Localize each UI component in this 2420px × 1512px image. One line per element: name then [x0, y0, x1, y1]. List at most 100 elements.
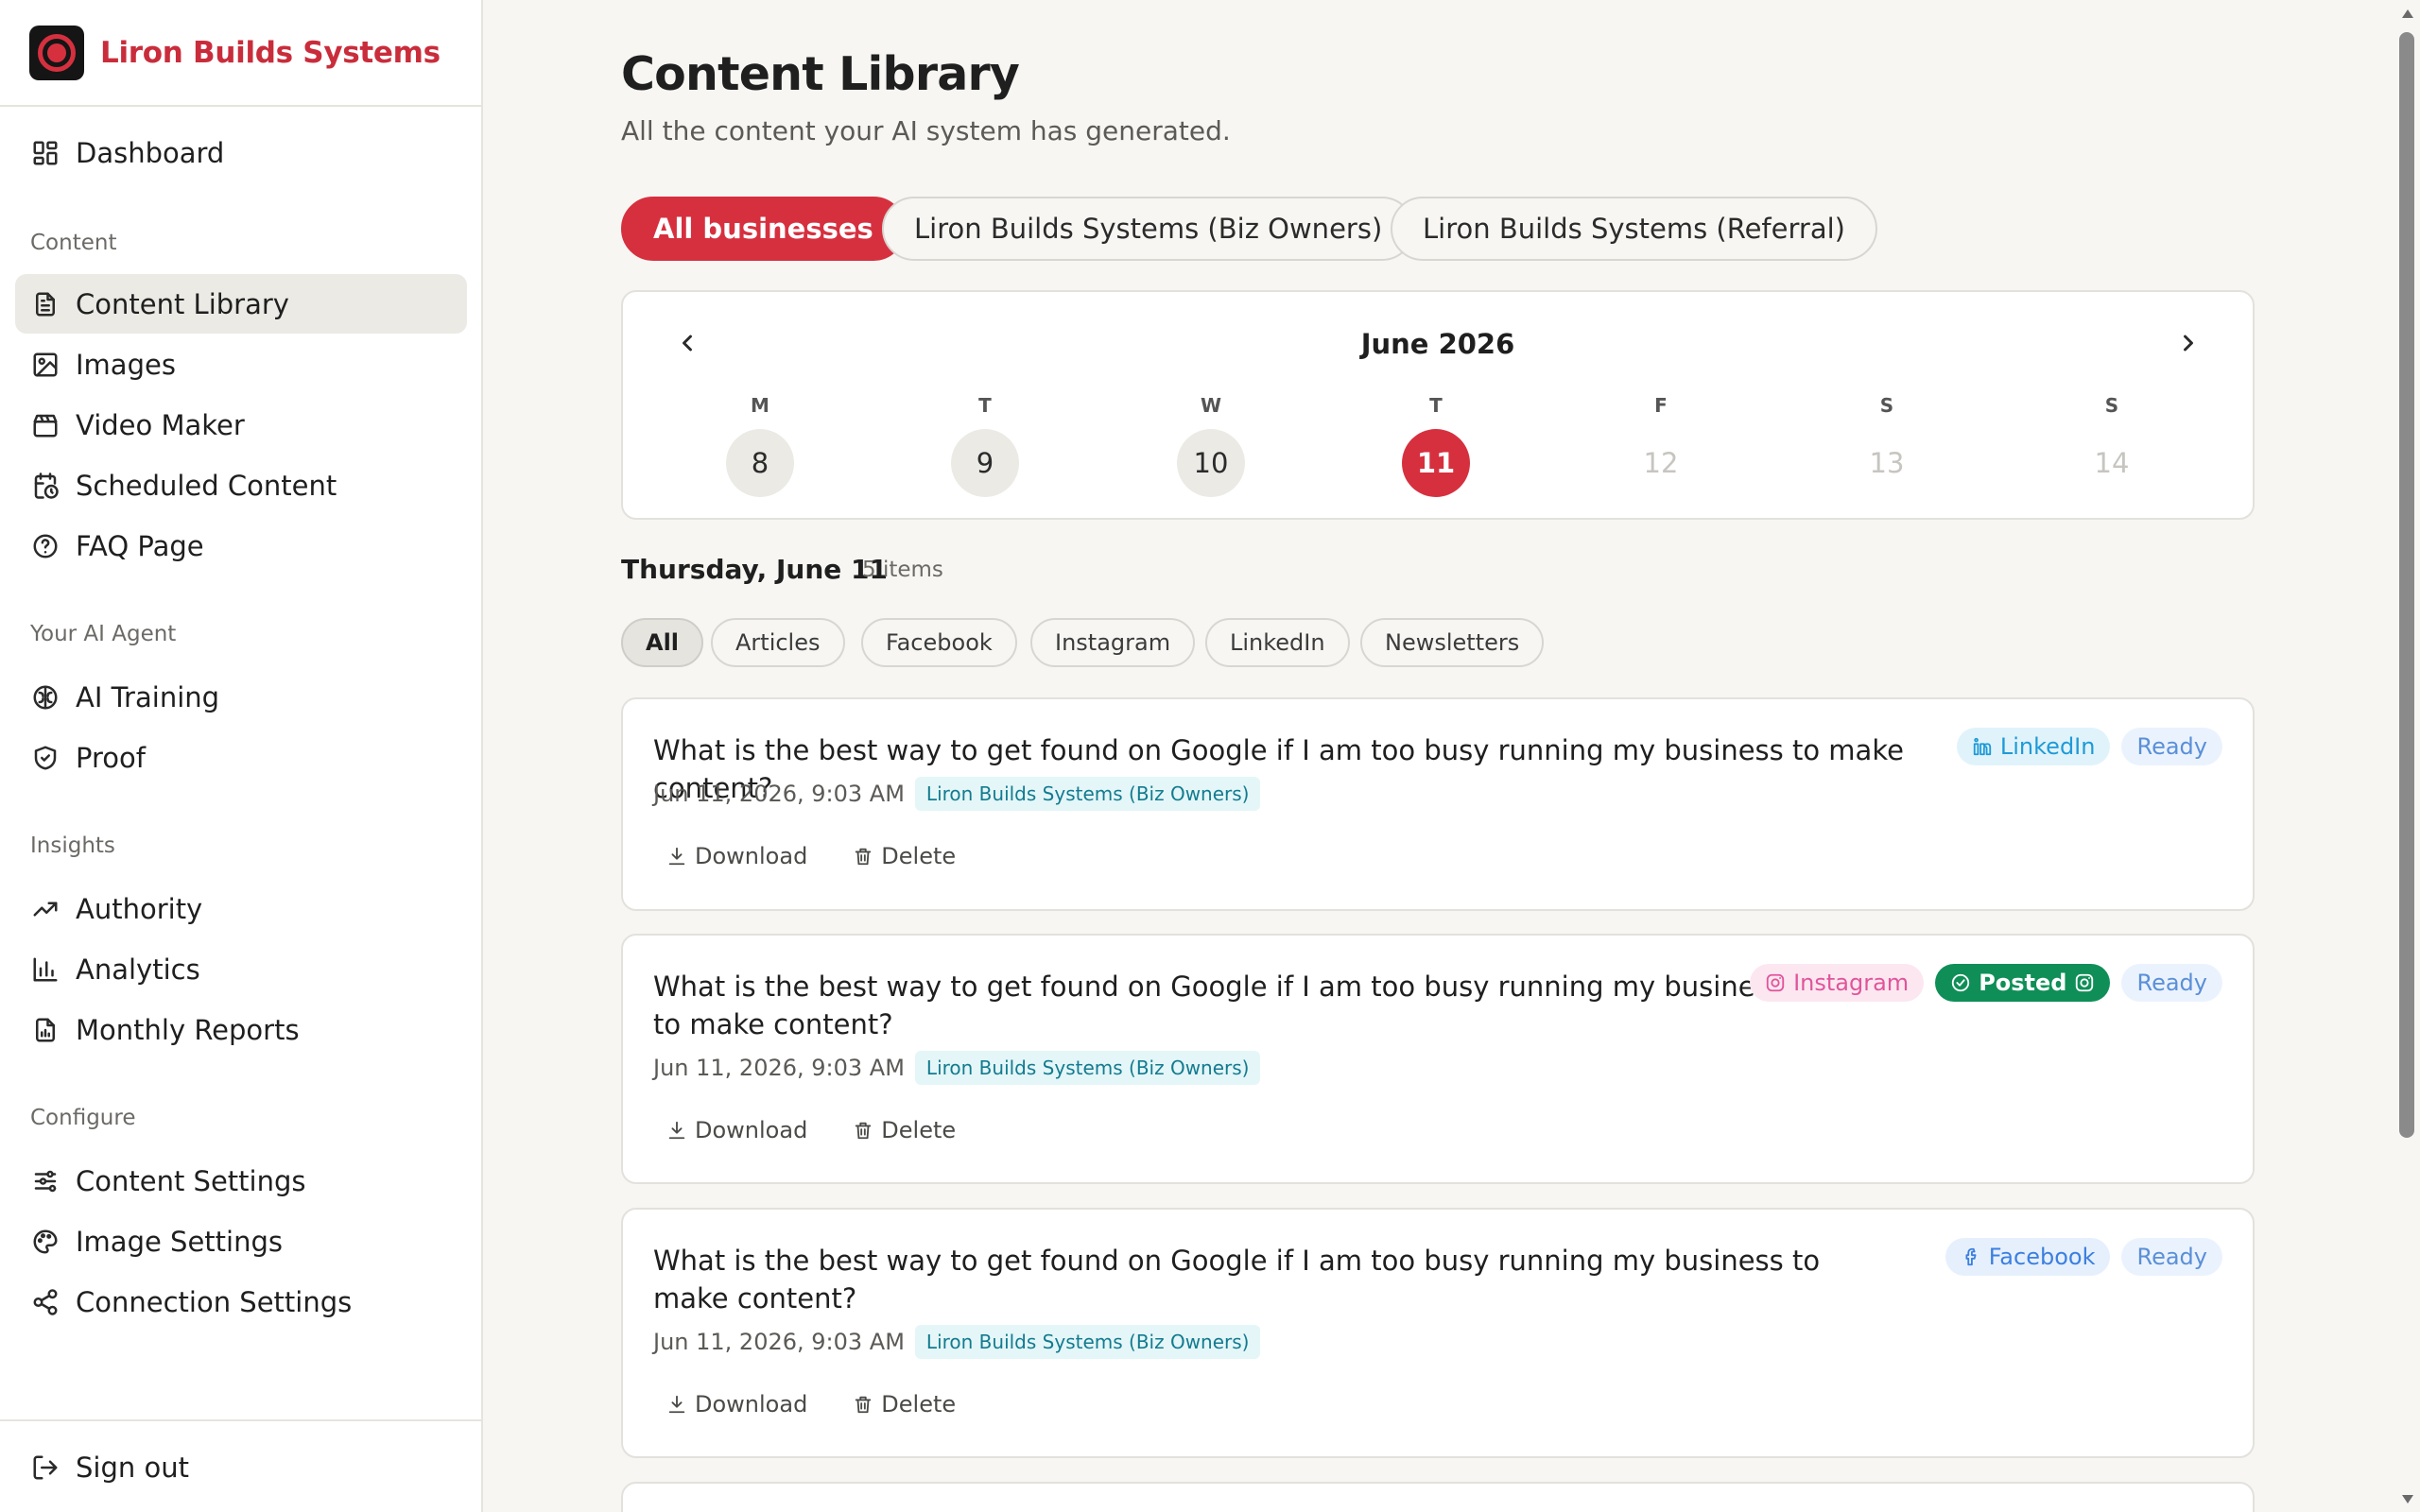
sidebar-item-content-settings[interactable]: Content Settings — [15, 1151, 467, 1211]
type-filter-articles[interactable]: Articles — [711, 618, 845, 667]
content-card[interactable]: What is the best way to get found on Goo… — [621, 934, 2255, 1184]
content-timestamp: Jun 11, 2026, 9:03 AM — [653, 781, 905, 807]
calendar-day[interactable]: M 8 — [726, 394, 794, 497]
logout-icon — [31, 1453, 60, 1482]
sidebar-item-label: Connection Settings — [76, 1285, 353, 1318]
day-number: 10 — [1177, 429, 1245, 497]
content-card[interactable]: What is the best way to get found on Goo… — [621, 697, 2255, 911]
calendar-day[interactable]: T 9 — [951, 394, 1019, 497]
scrollbar-thumb[interactable] — [2399, 32, 2414, 1138]
card-badges: LinkedIn Ready — [1945, 728, 2222, 765]
report-icon — [31, 1016, 60, 1044]
day-number: 8 — [726, 429, 794, 497]
clapperboard-icon — [31, 411, 60, 439]
type-filter-instagram[interactable]: Instagram — [1030, 618, 1196, 667]
type-filter-linkedin[interactable]: LinkedIn — [1205, 618, 1350, 667]
dashboard-icon — [31, 139, 60, 167]
type-filter-facebook[interactable]: Facebook — [861, 618, 1017, 667]
card-meta: Jun 11, 2026, 9:03 AM Liron Builds Syste… — [653, 1051, 1261, 1085]
sidebar-item-label: AI Training — [76, 680, 220, 713]
calendar-day-selected[interactable]: T 11 — [1402, 394, 1470, 497]
download-icon — [668, 1121, 685, 1140]
sidebar-item-image-settings[interactable]: Image Settings — [15, 1211, 467, 1271]
content-timestamp: Jun 11, 2026, 9:03 AM — [653, 1055, 905, 1081]
download-button[interactable]: Download — [666, 1391, 807, 1418]
sidebar-item-analytics[interactable]: Analytics — [15, 939, 467, 999]
download-icon — [668, 1395, 685, 1414]
card-actions: Download Delete — [666, 843, 1001, 869]
day-of-week: S — [2104, 394, 2119, 417]
item-count: 5 items — [862, 558, 943, 582]
sidebar-item-content-library[interactable]: Content Library — [15, 274, 467, 334]
filter-all-businesses[interactable]: All businesses — [621, 197, 906, 261]
platform-badge: LinkedIn — [1956, 728, 2111, 765]
page-title: Content Library — [621, 47, 1020, 101]
card-meta: Jun 11, 2026, 9:03 AM Liron Builds Syste… — [653, 1325, 1261, 1359]
card-actions: Download Delete — [666, 1117, 1001, 1143]
content-card[interactable] — [621, 1482, 2255, 1512]
sidebar-item-dashboard[interactable]: Dashboard — [15, 123, 467, 182]
day-of-week: T — [1429, 394, 1443, 417]
share-icon — [31, 1288, 60, 1316]
calendar-day[interactable]: W 10 — [1177, 394, 1245, 497]
sidebar-item-images[interactable]: Images — [15, 335, 467, 394]
sidebar-item-scheduled-content[interactable]: Scheduled Content — [15, 455, 467, 515]
delete-label: Delete — [881, 843, 957, 869]
card-badges: Facebook Ready — [1934, 1238, 2222, 1276]
sidebar-section-content: Content — [30, 231, 117, 255]
instagram-icon — [1766, 973, 1785, 992]
day-number: 12 — [1643, 447, 1679, 479]
sidebar-item-proof[interactable]: Proof — [15, 728, 467, 787]
sidebar-item-video-maker[interactable]: Video Maker — [15, 395, 467, 455]
card-meta: Jun 11, 2026, 9:03 AM Liron Builds Syste… — [653, 777, 1261, 811]
scrollbar[interactable] — [2394, 0, 2420, 1512]
brand[interactable]: Liron Builds Systems — [0, 0, 481, 107]
card-actions: Download Delete — [666, 1391, 1001, 1418]
sidebar-item-label: Proof — [76, 741, 146, 774]
calendar-day: F 12 — [1627, 394, 1695, 497]
trash-icon — [856, 1396, 872, 1414]
status-badge: Ready — [2121, 1238, 2222, 1276]
scroll-down-arrow-icon[interactable] — [2402, 1495, 2413, 1503]
sidebar-item-label: FAQ Page — [76, 529, 204, 562]
page-subtitle: All the content your AI system has gener… — [621, 115, 1231, 146]
platform-badge: Instagram — [1750, 964, 1925, 1002]
sidebar-footer: Sign out — [0, 1419, 483, 1512]
business-tag: Liron Builds Systems (Biz Owners) — [914, 1325, 1261, 1359]
calendar-month: June 2026 — [1360, 328, 1515, 360]
filter-referral[interactable]: Liron Builds Systems (Referral) — [1391, 197, 1877, 261]
day-of-week: W — [1200, 394, 1222, 417]
posted-label: Posted — [1979, 970, 2067, 996]
delete-button[interactable]: Delete — [853, 1117, 956, 1143]
linkedin-icon — [1973, 737, 1992, 756]
day-number: 11 — [1402, 429, 1470, 497]
sidebar-item-monthly-reports[interactable]: Monthly Reports — [15, 1000, 467, 1059]
content-card[interactable]: What is the best way to get found on Goo… — [621, 1208, 2255, 1458]
scroll-up-arrow-icon[interactable] — [2402, 9, 2413, 18]
sidebar-item-label: Monthly Reports — [76, 1013, 300, 1046]
sidebar-section-insights: Insights — [30, 833, 115, 858]
day-of-week: M — [751, 394, 769, 417]
brand-name: Liron Builds Systems — [100, 35, 441, 70]
sidebar-item-ai-training[interactable]: AI Training — [15, 667, 467, 727]
sidebar-section-configure: Configure — [30, 1106, 136, 1130]
sidebar-item-connection-settings[interactable]: Connection Settings — [15, 1272, 467, 1332]
calendar-day: S 13 — [1853, 394, 1921, 497]
type-filter-all[interactable]: All — [621, 618, 704, 667]
sidebar-item-authority[interactable]: Authority — [15, 879, 467, 938]
sidebar-item-label: Content Settings — [76, 1164, 306, 1197]
filter-biz-owners[interactable]: Liron Builds Systems (Biz Owners) — [882, 197, 1415, 261]
business-tag: Liron Builds Systems (Biz Owners) — [914, 1051, 1261, 1085]
sidebar-item-label: Analytics — [76, 953, 200, 986]
download-button[interactable]: Download — [666, 843, 807, 869]
download-label: Download — [695, 1391, 808, 1418]
shield-check-icon — [31, 744, 60, 772]
type-filter-newsletters[interactable]: Newsletters — [1360, 618, 1545, 667]
delete-button[interactable]: Delete — [853, 843, 956, 869]
sidebar-item-faq-page[interactable]: FAQ Page — [15, 516, 467, 576]
download-button[interactable]: Download — [666, 1117, 807, 1143]
sign-out-button[interactable]: Sign out — [15, 1437, 467, 1497]
next-week-button[interactable] — [2166, 320, 2211, 366]
delete-button[interactable]: Delete — [853, 1391, 956, 1418]
sidebar-item-label: Image Settings — [76, 1225, 283, 1258]
